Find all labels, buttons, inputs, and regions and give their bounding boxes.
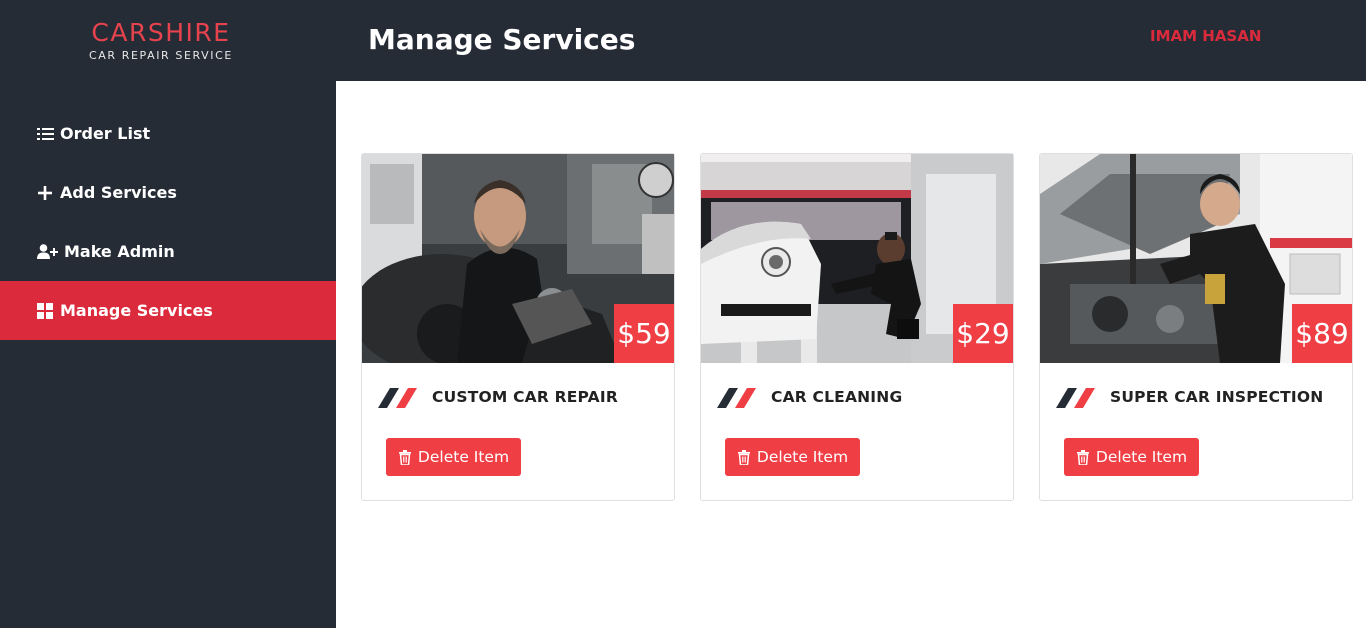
double-slash-icon (1056, 386, 1096, 408)
double-slash-icon (378, 386, 418, 408)
service-title-text: SUPER CAR INSPECTION (1110, 388, 1324, 406)
sidebar-item-label: Add Services (60, 183, 177, 202)
brand-logo[interactable]: CARSHIRE CAR REPAIR SERVICE (0, 18, 322, 63)
sidebar-item-label: Make Admin (64, 242, 175, 261)
sidebar-item-order-list[interactable]: Order List (0, 104, 336, 163)
delete-item-button[interactable]: Delete Item (1064, 438, 1199, 476)
trash-icon (737, 449, 751, 466)
user-plus-icon (36, 243, 58, 261)
price-badge: $29 (953, 304, 1013, 363)
service-title: CUSTOM CAR REPAIR (378, 386, 618, 408)
sidebar-item-make-admin[interactable]: Make Admin (0, 222, 336, 281)
plus-icon (36, 184, 54, 202)
service-card: $89 SUPER CAR INSPECTION Delete Item (1039, 153, 1353, 501)
trash-icon (1076, 449, 1090, 466)
price-badge: $59 (614, 304, 674, 363)
sidebar-item-add-services[interactable]: Add Services (0, 163, 336, 222)
user-name[interactable]: IMAM HASAN (1150, 27, 1261, 45)
delete-item-button[interactable]: Delete Item (725, 438, 860, 476)
delete-button-label: Delete Item (417, 448, 510, 466)
brand-name: CARSHIRE (91, 18, 231, 47)
delete-item-button[interactable]: Delete Item (386, 438, 521, 476)
trash-icon (398, 449, 412, 466)
sidebar-item-manage-services[interactable]: Manage Services (0, 281, 336, 340)
delete-button-label: Delete Item (756, 448, 849, 466)
service-title-text: CUSTOM CAR REPAIR (432, 388, 618, 406)
page-title: Manage Services (368, 23, 636, 56)
delete-button-label: Delete Item (1095, 448, 1188, 466)
service-card: $29 CAR CLEANING Delete Item (700, 153, 1014, 501)
top-header: Manage Services IMAM HASAN (336, 0, 1366, 81)
sidebar-item-label: Order List (60, 124, 151, 143)
service-card: $59 CUSTOM CAR REPAIR Delete Item (361, 153, 675, 501)
sidebar: CARSHIRE CAR REPAIR SERVICE Order List A… (0, 0, 336, 628)
grid-icon (36, 302, 54, 320)
service-title-text: CAR CLEANING (771, 388, 903, 406)
brand-tagline: CAR REPAIR SERVICE (89, 49, 233, 62)
service-title: CAR CLEANING (717, 386, 902, 408)
service-title: SUPER CAR INSPECTION (1056, 386, 1323, 408)
double-slash-icon (717, 386, 757, 408)
list-icon (36, 125, 54, 143)
sidebar-item-label: Manage Services (60, 301, 213, 320)
sidebar-nav: Order List Add Services Make Admin Manag… (0, 104, 336, 340)
price-badge: $89 (1292, 304, 1352, 363)
